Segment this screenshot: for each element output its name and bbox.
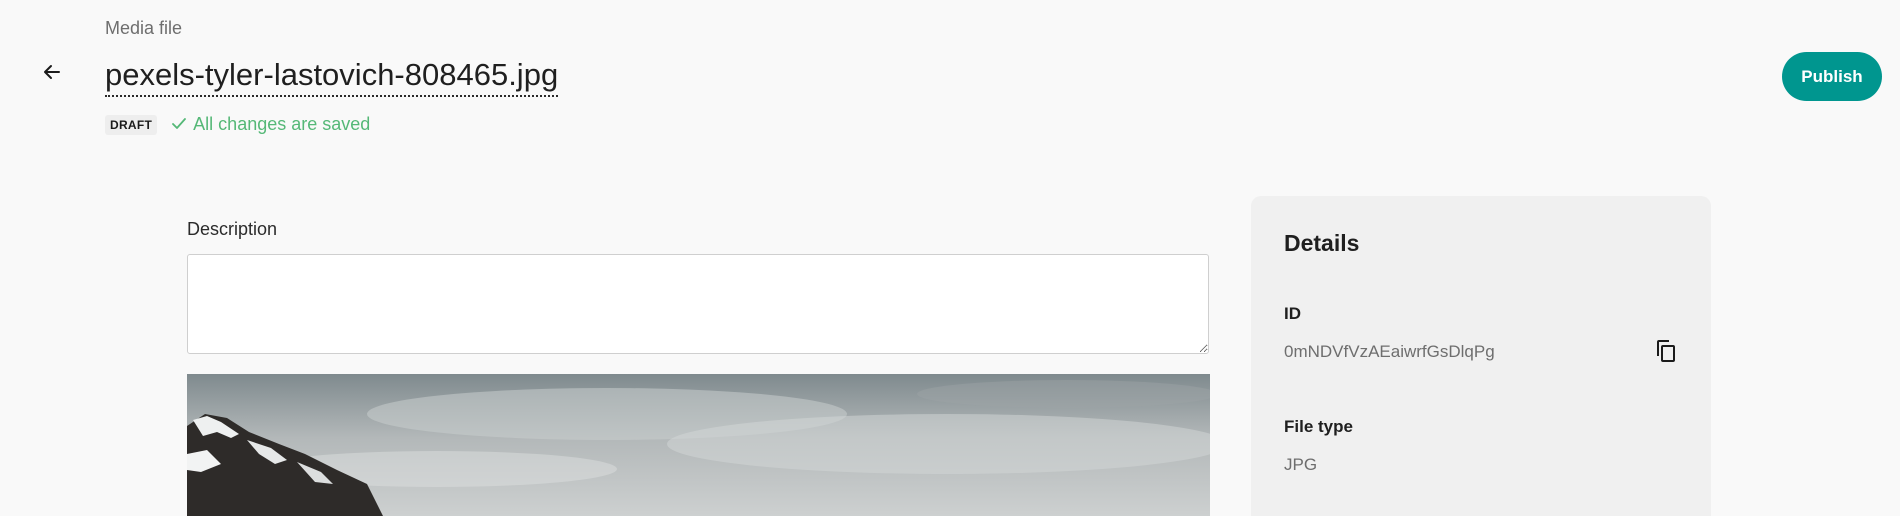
description-field[interactable]: [187, 254, 1209, 354]
details-title: Details: [1284, 230, 1360, 256]
publish-button[interactable]: Publish: [1782, 52, 1882, 101]
save-status-text: All changes are saved: [193, 114, 371, 134]
arrow-left-icon: [42, 62, 62, 87]
save-status: All changes are saved: [171, 114, 370, 135]
copy-id-button[interactable]: [1651, 338, 1681, 368]
file-type-value: JPG: [1284, 455, 1318, 474]
media-file-page: Media file pexels-tyler-lastovich-808465…: [0, 0, 1900, 516]
check-icon: [171, 114, 193, 135]
id-label: ID: [1284, 304, 1301, 323]
media-preview-image: [187, 374, 1210, 516]
description-label: Description: [187, 219, 278, 239]
file-type-label: File type: [1284, 417, 1353, 436]
status-row: DRAFT All changes are saved: [105, 114, 370, 135]
status-badge: DRAFT: [105, 114, 158, 135]
copy-icon: [1655, 339, 1677, 368]
id-value: 0mNDVfVzAEaiwrfGsDlqPg: [1284, 342, 1495, 361]
details-panel: Details ID 0mNDVfVzAEaiwrfGsDlqPg File t…: [1251, 196, 1711, 516]
breadcrumb: Media file: [105, 18, 183, 38]
page-title[interactable]: pexels-tyler-lastovich-808465.jpg: [105, 56, 559, 97]
back-button[interactable]: [36, 58, 68, 90]
